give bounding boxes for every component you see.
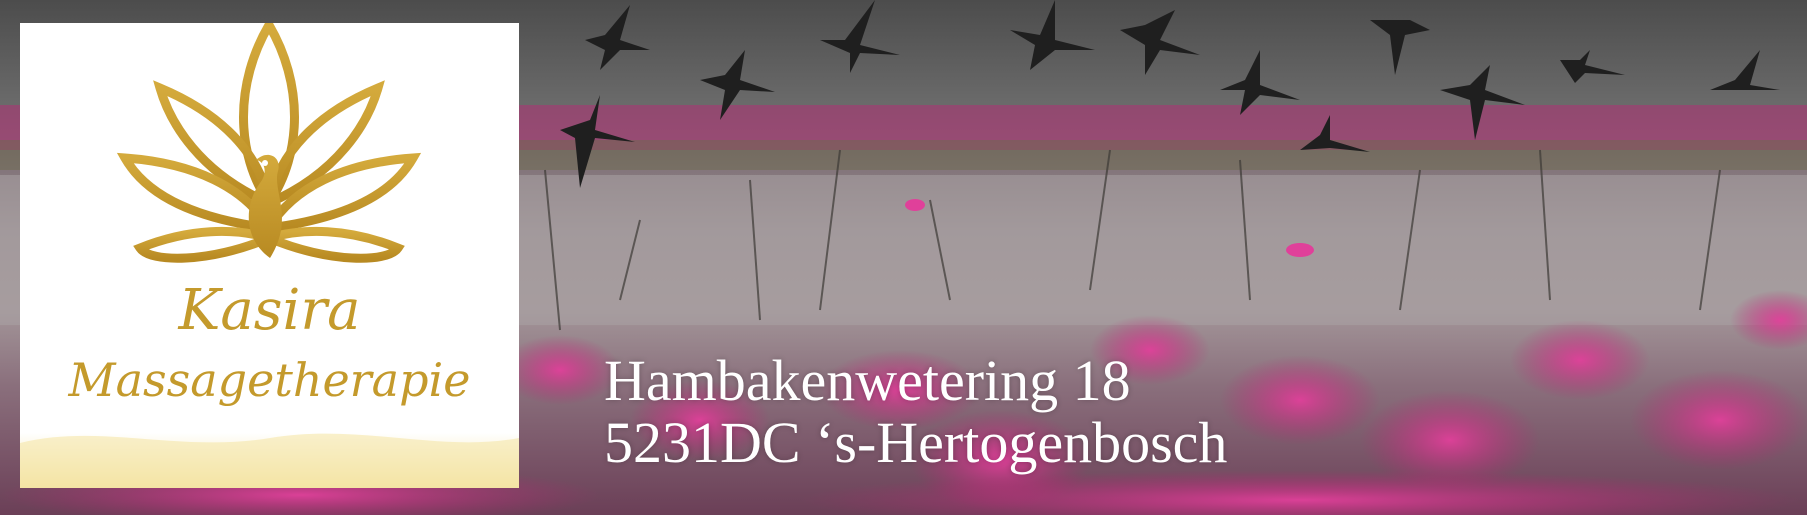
- address-block: Hambakenwetering 18 5231DC ‘s-Hertogenbo…: [604, 350, 1227, 474]
- logo: Kasira Massagetherapie: [20, 23, 519, 488]
- header-banner: Kasira Massagetherapie Hambakenwetering …: [0, 0, 1807, 515]
- address-city: 5231DC ‘s-Hertogenbosch: [604, 410, 1228, 475]
- lotus-peacock-icon: [20, 23, 519, 488]
- brand-name: Kasira: [178, 278, 361, 343]
- brand-subtitle: Massagetherapie: [68, 353, 471, 407]
- address-street: Hambakenwetering 18: [604, 348, 1131, 413]
